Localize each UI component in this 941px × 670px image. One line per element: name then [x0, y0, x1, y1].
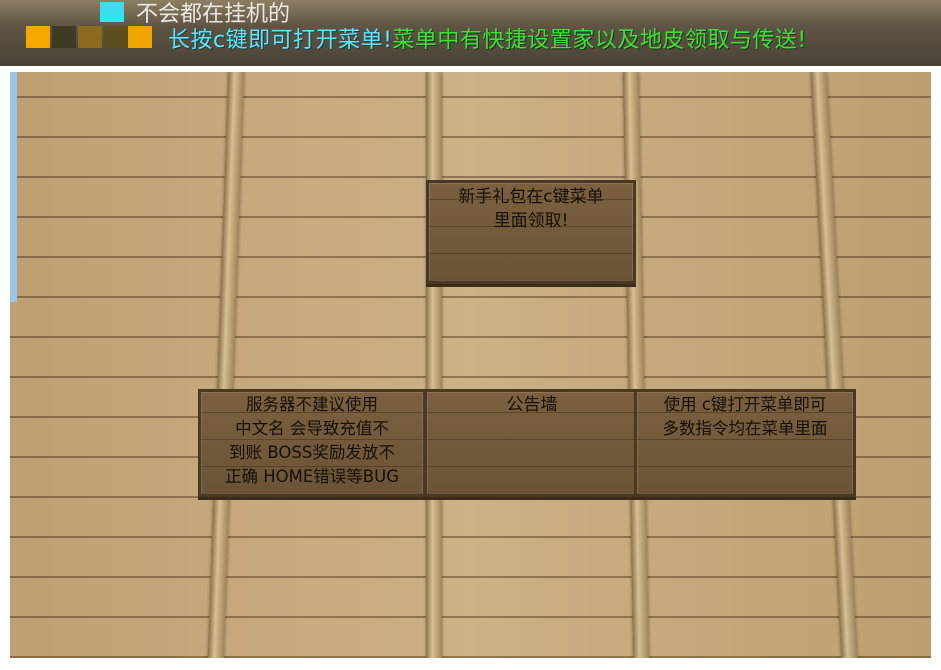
broadcast-part-2: 菜单中有快捷设置家以及地皮领取与传送!: [392, 28, 807, 53]
hud-color-chip: [52, 26, 76, 48]
hud-chat-bar: 不会都在挂机的 长按c键即可打开菜单!菜单中有快捷设置家以及地皮领取与传送!: [0, 0, 941, 66]
sign-line: 使用 c键打开菜单即可: [663, 395, 827, 414]
hud-color-chip: [104, 26, 128, 48]
sign-newbie-gift[interactable]: 新手礼包在c键菜单 里面领取!: [426, 180, 636, 284]
wood-post: [207, 72, 245, 658]
sign-line: 中文名 会导致充值不: [235, 419, 389, 438]
hud-color-chip: [100, 2, 124, 22]
broadcast-part-1: 长按c键即可打开菜单!: [168, 28, 393, 53]
sky-edge: [10, 72, 17, 302]
sign-line: 多数指令均在菜单里面: [662, 419, 828, 438]
game-world-view[interactable]: 新手礼包在c键菜单 里面领取! 服务器不建议使用 中文名 会导致充值不 到账 B…: [10, 72, 931, 658]
server-broadcast-message: 长按c键即可打开菜单!菜单中有快捷设置家以及地皮领取与传送!: [168, 22, 807, 54]
sign-line: 到账 BOSS奖励发放不: [229, 443, 395, 462]
sign-line: 新手礼包在c键菜单: [458, 187, 604, 207]
hud-color-chip: [26, 26, 50, 48]
sign-line: 公告墙: [506, 395, 558, 415]
sign-notice-wall[interactable]: 公告墙: [424, 389, 640, 497]
sign-server-warning[interactable]: 服务器不建议使用 中文名 会导致充值不 到账 BOSS奖励发放不 正确 HOME…: [198, 389, 426, 497]
sign-line: 里面领取!: [493, 211, 569, 231]
sign-line: 服务器不建议使用: [246, 395, 378, 414]
wood-post: [810, 72, 858, 658]
sign-menu-help[interactable]: 使用 c键打开菜单即可 多数指令均在菜单里面: [634, 389, 856, 497]
sign-line: 正确 HOME错误等BUG: [225, 467, 399, 486]
wood-post: [426, 72, 442, 658]
hud-color-chip: [78, 26, 102, 48]
wood-post: [622, 72, 650, 658]
hud-color-chip: [128, 26, 152, 48]
